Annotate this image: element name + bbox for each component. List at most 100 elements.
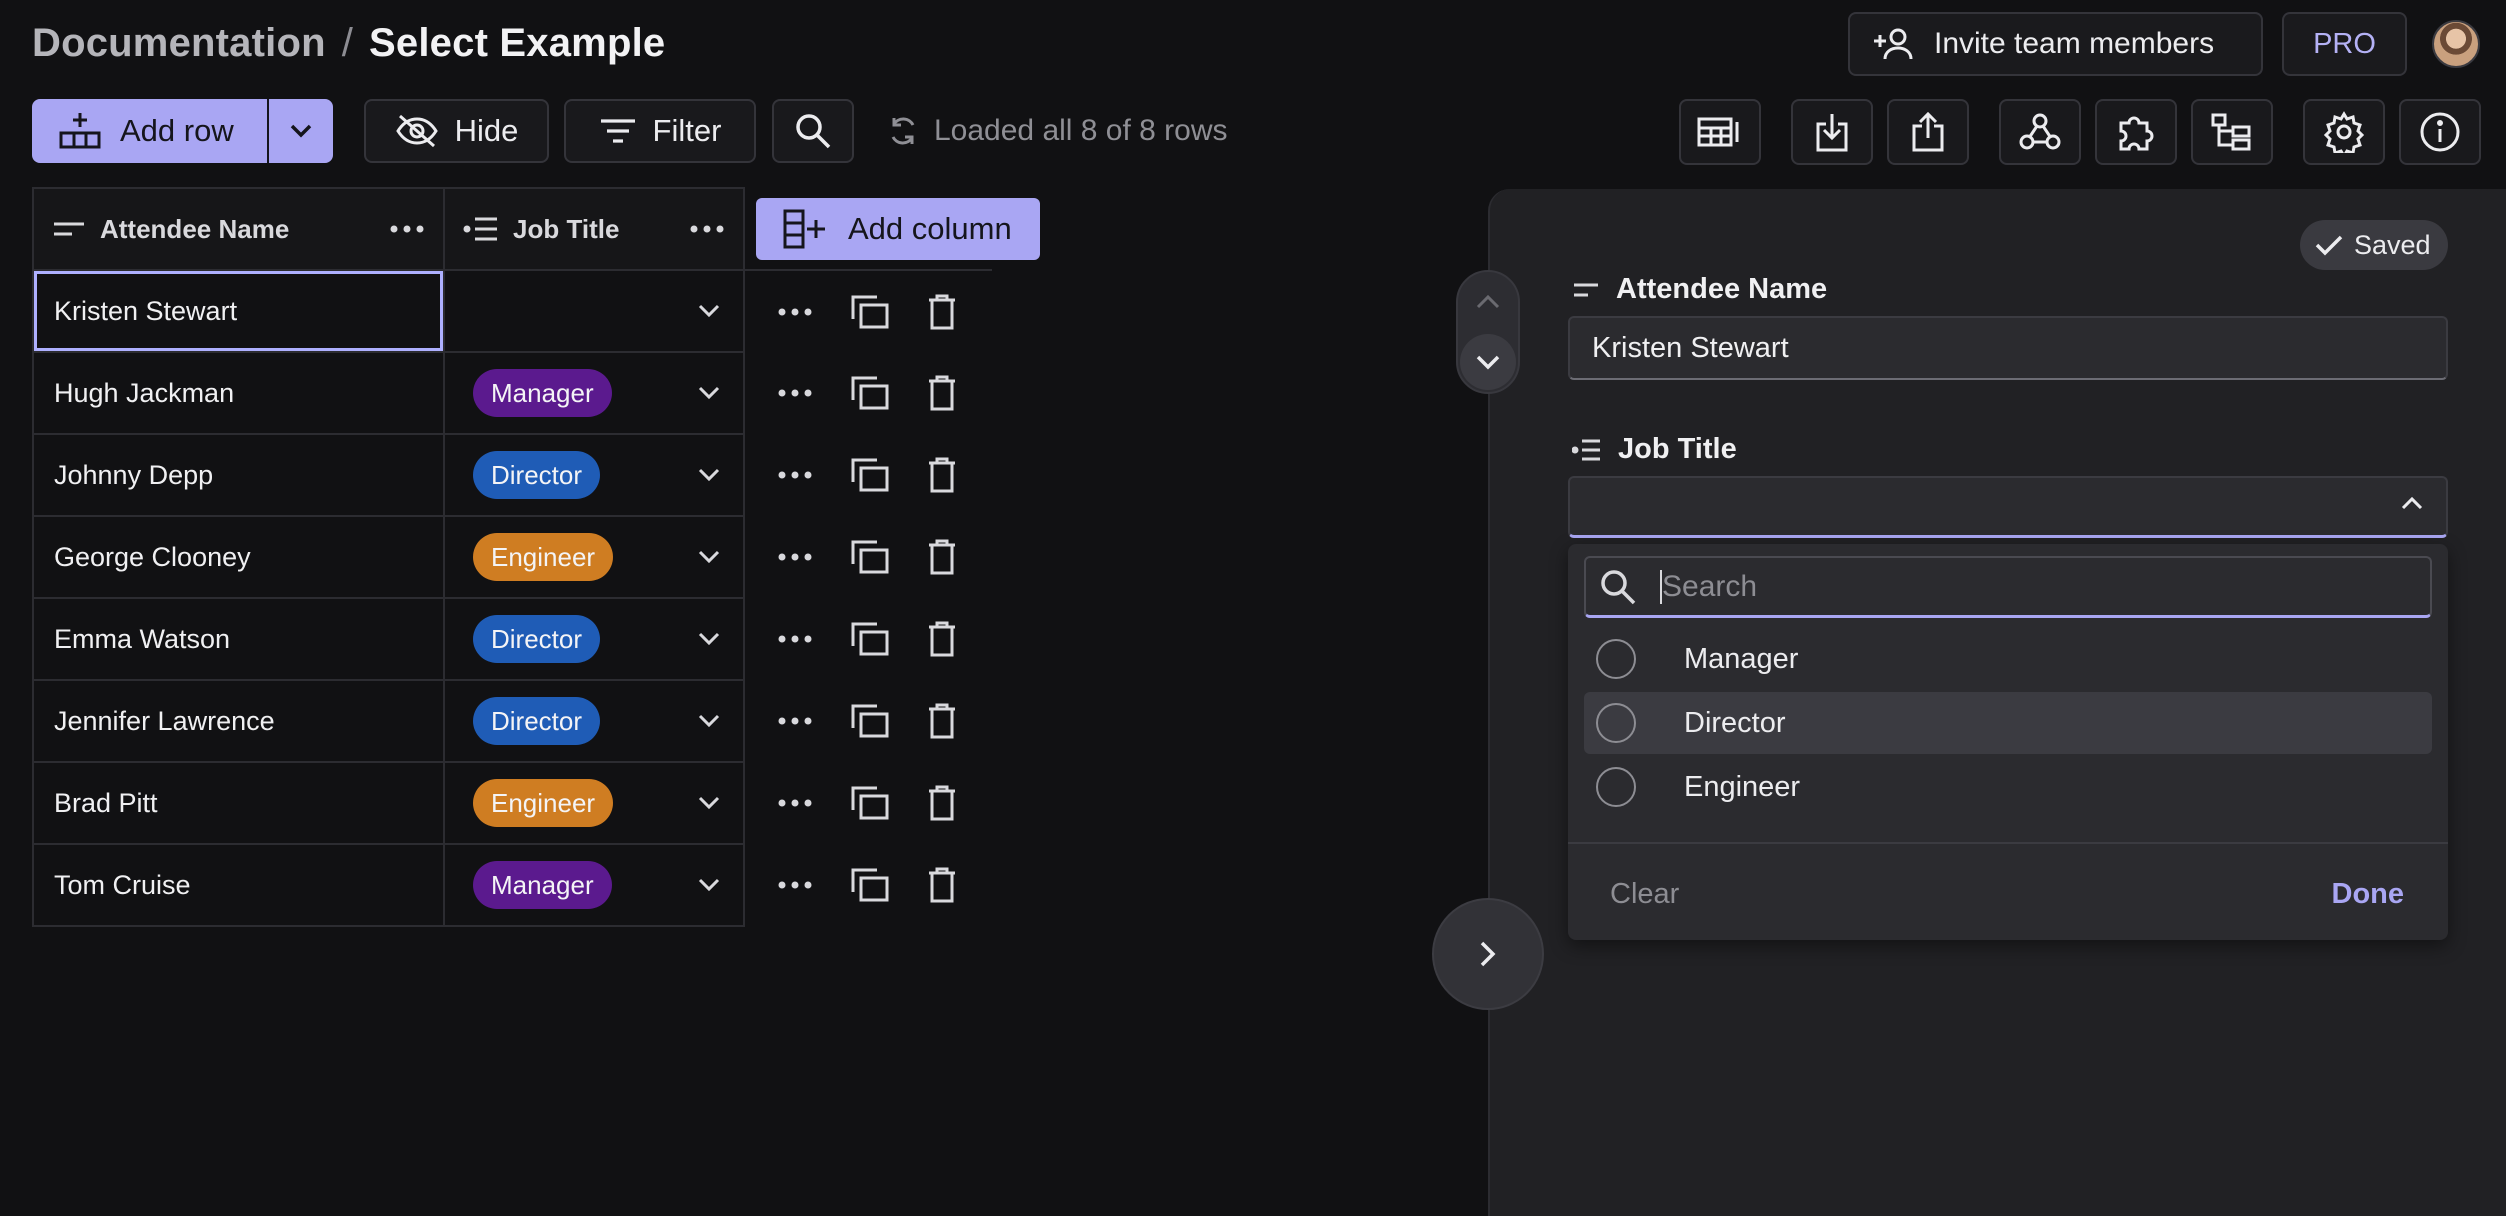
chevron-down-icon (289, 123, 313, 139)
row-menu-icon[interactable] (777, 307, 813, 317)
delete-row-icon[interactable] (927, 702, 957, 740)
row-menu-icon[interactable] (777, 798, 813, 808)
pro-button[interactable]: PRO (2282, 12, 2407, 76)
job-title-field-label: Job Title (1572, 433, 1737, 466)
chevron-right-icon (1479, 940, 1497, 968)
export-button[interactable] (1887, 99, 1969, 165)
table-view-icon (1697, 116, 1743, 148)
attendee-name-cell[interactable]: Jennifer Lawrence (32, 679, 445, 763)
invite-team-members-button[interactable]: Invite team members (1848, 12, 2263, 76)
row-menu-icon[interactable] (777, 880, 813, 890)
filter-button[interactable]: Filter (564, 99, 756, 163)
add-row-button[interactable]: Add row (32, 99, 267, 163)
attendee-name-cell[interactable]: Tom Cruise (32, 843, 445, 927)
option-manager[interactable]: Manager (1584, 628, 2432, 690)
avatar[interactable] (2432, 20, 2480, 68)
add-row-dropdown-button[interactable] (267, 99, 333, 163)
column-header-attendee-name[interactable]: Attendee Name (32, 187, 445, 271)
duplicate-row-icon[interactable] (851, 704, 889, 738)
field-label-text: Attendee Name (1616, 273, 1828, 305)
webhook-button[interactable] (1999, 99, 2081, 165)
breadcrumb-parent[interactable]: Documentation (32, 21, 326, 66)
duplicate-row-icon[interactable] (851, 786, 889, 820)
chevron-down-icon[interactable] (697, 713, 721, 729)
attendee-name-cell[interactable]: Johnny Depp (32, 433, 445, 517)
column-header-job-title[interactable]: Job Title (443, 187, 745, 271)
pro-label: PRO (2313, 27, 2376, 60)
chevron-down-icon[interactable] (697, 549, 721, 565)
add-column-label: Add column (848, 211, 1012, 246)
chevron-down-icon[interactable] (697, 631, 721, 647)
radio-button[interactable] (1596, 703, 1636, 743)
job-title-cell[interactable]: Manager (443, 351, 745, 435)
chevron-down-icon[interactable] (697, 877, 721, 893)
delete-row-icon[interactable] (927, 456, 957, 494)
duplicate-row-icon[interactable] (851, 868, 889, 902)
info-button[interactable] (2399, 99, 2481, 165)
previous-record-button[interactable] (1458, 272, 1518, 332)
import-button[interactable] (1791, 99, 1873, 165)
row-menu-icon[interactable] (777, 716, 813, 726)
settings-button[interactable] (2303, 99, 2385, 165)
add-person-icon (1872, 27, 1916, 61)
row-menu-icon[interactable] (777, 470, 813, 480)
option-director[interactable]: Director (1584, 692, 2432, 754)
hide-button[interactable]: Hide (364, 99, 549, 163)
row-actions-cell (744, 352, 992, 434)
radio-button[interactable] (1596, 767, 1636, 807)
done-button[interactable]: Done (2332, 878, 2405, 911)
extensions-button[interactable] (2095, 99, 2177, 165)
attendee-name-field-label: Attendee Name (1572, 273, 1827, 306)
delete-row-icon[interactable] (927, 374, 957, 412)
attendee-name-cell[interactable]: George Clooney (32, 515, 445, 599)
duplicate-row-icon[interactable] (851, 540, 889, 574)
job-title-cell[interactable]: Engineer (443, 515, 745, 599)
chevron-down-icon[interactable] (697, 385, 721, 401)
attendee-name-cell[interactable]: Kristen Stewart (32, 269, 445, 353)
attendee-name-cell[interactable]: Hugh Jackman (32, 351, 445, 435)
job-title-cell[interactable]: Manager (443, 843, 745, 927)
chevron-down-icon[interactable] (697, 795, 721, 811)
chevron-down-icon[interactable] (697, 303, 721, 319)
option-search-input[interactable] (1660, 569, 2430, 604)
next-record-button[interactable] (1460, 334, 1516, 390)
delete-row-icon[interactable] (927, 784, 957, 822)
chevron-down-icon (1475, 354, 1501, 370)
job-title-cell[interactable]: Engineer (443, 761, 745, 845)
info-icon (2419, 111, 2461, 153)
duplicate-row-icon[interactable] (851, 622, 889, 656)
job-title-cell[interactable]: Director (443, 597, 745, 681)
attendee-name-cell[interactable]: Brad Pitt (32, 761, 445, 845)
column-menu-icon[interactable] (389, 224, 425, 234)
option-search-field[interactable] (1584, 556, 2432, 618)
duplicate-row-icon[interactable] (851, 295, 889, 329)
attendee-name-input[interactable]: Kristen Stewart (1568, 316, 2448, 380)
add-column-button[interactable]: Add column (756, 198, 1040, 260)
table-view-button[interactable] (1679, 99, 1761, 165)
chevron-down-icon[interactable] (697, 467, 721, 483)
status-text: Loaded all 8 of 8 rows (934, 114, 1228, 147)
attendee-name-cell[interactable]: Emma Watson (32, 597, 445, 681)
option-engineer[interactable]: Engineer (1584, 756, 2432, 818)
delete-row-icon[interactable] (927, 538, 957, 576)
row-menu-icon[interactable] (777, 388, 813, 398)
job-title-select[interactable] (1568, 476, 2448, 538)
expand-panel-button[interactable] (1432, 898, 1544, 1010)
delete-row-icon[interactable] (927, 866, 957, 904)
job-title-dropdown: Manager Director Engineer Clear Done (1568, 544, 2448, 940)
job-title-cell[interactable]: Director (443, 433, 745, 517)
clear-button[interactable]: Clear (1610, 878, 1679, 911)
table-row: George Clooney Engineer (32, 515, 992, 599)
job-title-cell[interactable]: Director (443, 679, 745, 763)
delete-row-icon[interactable] (927, 293, 957, 331)
row-menu-icon[interactable] (777, 552, 813, 562)
row-menu-icon[interactable] (777, 634, 813, 644)
job-title-cell[interactable] (443, 269, 745, 353)
duplicate-row-icon[interactable] (851, 376, 889, 410)
search-button[interactable] (772, 99, 854, 163)
delete-row-icon[interactable] (927, 620, 957, 658)
column-menu-icon[interactable] (689, 224, 725, 234)
hierarchy-button[interactable] (2191, 99, 2273, 165)
radio-button[interactable] (1596, 639, 1636, 679)
duplicate-row-icon[interactable] (851, 458, 889, 492)
